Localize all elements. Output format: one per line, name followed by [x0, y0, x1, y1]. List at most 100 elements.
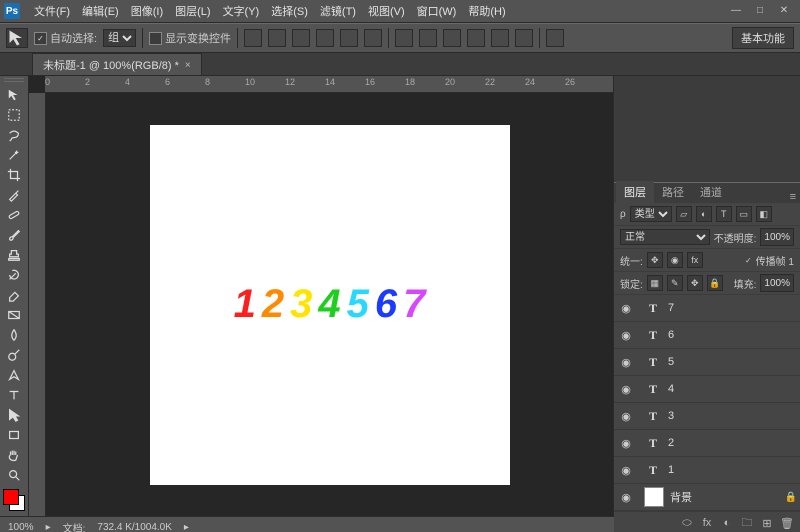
align-icon[interactable] — [316, 29, 334, 47]
zoom-level[interactable]: 100% — [8, 522, 34, 532]
pen-tool[interactable] — [3, 365, 25, 384]
foreground-color-swatch[interactable] — [3, 489, 19, 505]
healing-brush-tool[interactable] — [3, 205, 25, 224]
align-icon[interactable] — [268, 29, 286, 47]
layer-row[interactable]: ◉T2 — [614, 430, 800, 457]
new-layer-icon[interactable]: ⊞ — [760, 516, 774, 530]
align-icon[interactable] — [364, 29, 382, 47]
clone-stamp-tool[interactable] — [3, 245, 25, 264]
visibility-toggle-icon[interactable]: ◉ — [614, 437, 638, 450]
canvas-text-3[interactable]: 3 — [290, 282, 312, 327]
canvas-text-7[interactable]: 7 — [403, 282, 425, 327]
layer-row[interactable]: ◉T6 — [614, 322, 800, 349]
distribute-icon[interactable] — [443, 29, 461, 47]
lock-position-icon[interactable]: ✥ — [687, 275, 703, 291]
align-icon[interactable] — [340, 29, 358, 47]
current-tool-indicator[interactable] — [6, 28, 28, 48]
unify-position-icon[interactable]: ✥ — [647, 252, 663, 268]
layer-row[interactable]: ◉T1 — [614, 457, 800, 484]
layer-list[interactable]: ◉T7◉T6◉T5◉T4◉T3◉T2◉T1◉背景🔒 — [614, 295, 800, 511]
blend-mode-dropdown[interactable]: 正常 — [620, 229, 710, 245]
zoom-tool[interactable] — [3, 465, 25, 484]
filter-smart-icon[interactable]: ◧ — [756, 206, 772, 222]
filter-shape-icon[interactable]: ▭ — [736, 206, 752, 222]
menu-filter[interactable]: 滤镜(T) — [314, 1, 362, 21]
horizontal-ruler[interactable]: 02468101214161820222426 — [45, 76, 613, 93]
distribute-icon[interactable] — [467, 29, 485, 47]
workspace-button[interactable]: 基本功能 — [732, 27, 794, 49]
lasso-tool[interactable] — [3, 125, 25, 144]
magic-wand-tool[interactable] — [3, 145, 25, 164]
new-group-icon[interactable]: 🗀 — [740, 516, 754, 530]
layer-mask-icon[interactable]: ◐ — [720, 516, 734, 530]
layer-row[interactable]: ◉T5 — [614, 349, 800, 376]
filter-pixel-icon[interactable]: ▱ — [676, 206, 692, 222]
doc-info-value[interactable]: 732.4 K/1004.0K — [97, 522, 172, 532]
visibility-toggle-icon[interactable]: ◉ — [614, 383, 638, 396]
arrange-icon[interactable] — [546, 29, 564, 47]
layer-fx-icon[interactable]: fx — [700, 516, 714, 530]
propagate-checkbox[interactable]: ✓ — [745, 256, 752, 265]
dodge-tool[interactable] — [3, 345, 25, 364]
visibility-toggle-icon[interactable]: ◉ — [614, 491, 638, 504]
distribute-icon[interactable] — [395, 29, 413, 47]
align-icon[interactable] — [292, 29, 310, 47]
layer-name[interactable]: 1 — [668, 464, 782, 476]
unify-style-icon[interactable]: fx — [687, 252, 703, 268]
distribute-icon[interactable] — [419, 29, 437, 47]
panel-menu-icon[interactable]: ≡ — [786, 191, 800, 203]
canvas-text-5[interactable]: 5 — [347, 282, 369, 327]
auto-select-checkbox[interactable]: ✓ 自动选择: — [34, 30, 97, 46]
unify-visibility-icon[interactable]: ◉ — [667, 252, 683, 268]
filter-type-icon[interactable]: T — [716, 206, 732, 222]
distribute-icon[interactable] — [491, 29, 509, 47]
visibility-toggle-icon[interactable]: ◉ — [614, 356, 638, 369]
layer-row[interactable]: ◉T3 — [614, 403, 800, 430]
color-swatches[interactable] — [3, 489, 25, 511]
tab-close-icon[interactable]: × — [185, 60, 191, 71]
canvas-text-6[interactable]: 6 — [375, 282, 397, 327]
lock-pixels-icon[interactable]: ✎ — [667, 275, 683, 291]
move-tool[interactable] — [3, 85, 25, 104]
filter-adjust-icon[interactable]: ◐ — [696, 206, 712, 222]
blur-tool[interactable] — [3, 325, 25, 344]
canvas-viewport[interactable]: 1234567 — [46, 93, 613, 516]
panel-tab-layers[interactable]: 图层 — [616, 181, 654, 203]
link-layers-icon[interactable]: ⬭ — [680, 516, 694, 530]
layer-row[interactable]: ◉T4 — [614, 376, 800, 403]
crop-tool[interactable] — [3, 165, 25, 184]
status-arrow-icon[interactable]: ▸ — [184, 522, 189, 532]
auto-select-target-dropdown[interactable]: 组 — [103, 29, 136, 47]
menu-edit[interactable]: 编辑(E) — [76, 1, 125, 21]
menu-window[interactable]: 窗口(W) — [411, 1, 463, 21]
distribute-icon[interactable] — [515, 29, 533, 47]
path-selection-tool[interactable] — [3, 405, 25, 424]
visibility-toggle-icon[interactable]: ◉ — [614, 329, 638, 342]
lock-all-icon[interactable]: 🔒 — [707, 275, 723, 291]
brush-tool[interactable] — [3, 225, 25, 244]
history-brush-tool[interactable] — [3, 265, 25, 284]
menu-layer[interactable]: 图层(L) — [169, 1, 216, 21]
hand-tool[interactable] — [3, 445, 25, 464]
visibility-toggle-icon[interactable]: ◉ — [614, 302, 638, 315]
layer-name[interactable]: 3 — [668, 410, 782, 422]
window-minimize-button[interactable]: — — [726, 4, 746, 18]
document-canvas[interactable]: 1234567 — [150, 125, 510, 485]
shape-tool[interactable] — [3, 425, 25, 444]
document-tab[interactable]: 未标题-1 @ 100%(RGB/8) * × — [32, 53, 202, 75]
type-tool[interactable] — [3, 385, 25, 404]
canvas-text-1[interactable]: 1 — [234, 282, 256, 327]
window-close-button[interactable]: ✕ — [774, 4, 794, 18]
visibility-toggle-icon[interactable]: ◉ — [614, 464, 638, 477]
canvas-text-4[interactable]: 4 — [318, 282, 340, 327]
fill-field[interactable]: 100% — [760, 274, 794, 292]
panel-tab-paths[interactable]: 路径 — [654, 181, 692, 203]
marquee-tool[interactable] — [3, 105, 25, 124]
show-transform-checkbox[interactable]: 显示变换控件 — [149, 30, 231, 46]
align-icon[interactable] — [244, 29, 262, 47]
panel-grip[interactable] — [4, 78, 24, 84]
layer-lock-icon[interactable]: 🔒 — [782, 492, 800, 503]
layer-row[interactable]: ◉背景🔒 — [614, 484, 800, 511]
layer-name[interactable]: 2 — [668, 437, 782, 449]
layer-name[interactable]: 7 — [668, 302, 782, 314]
